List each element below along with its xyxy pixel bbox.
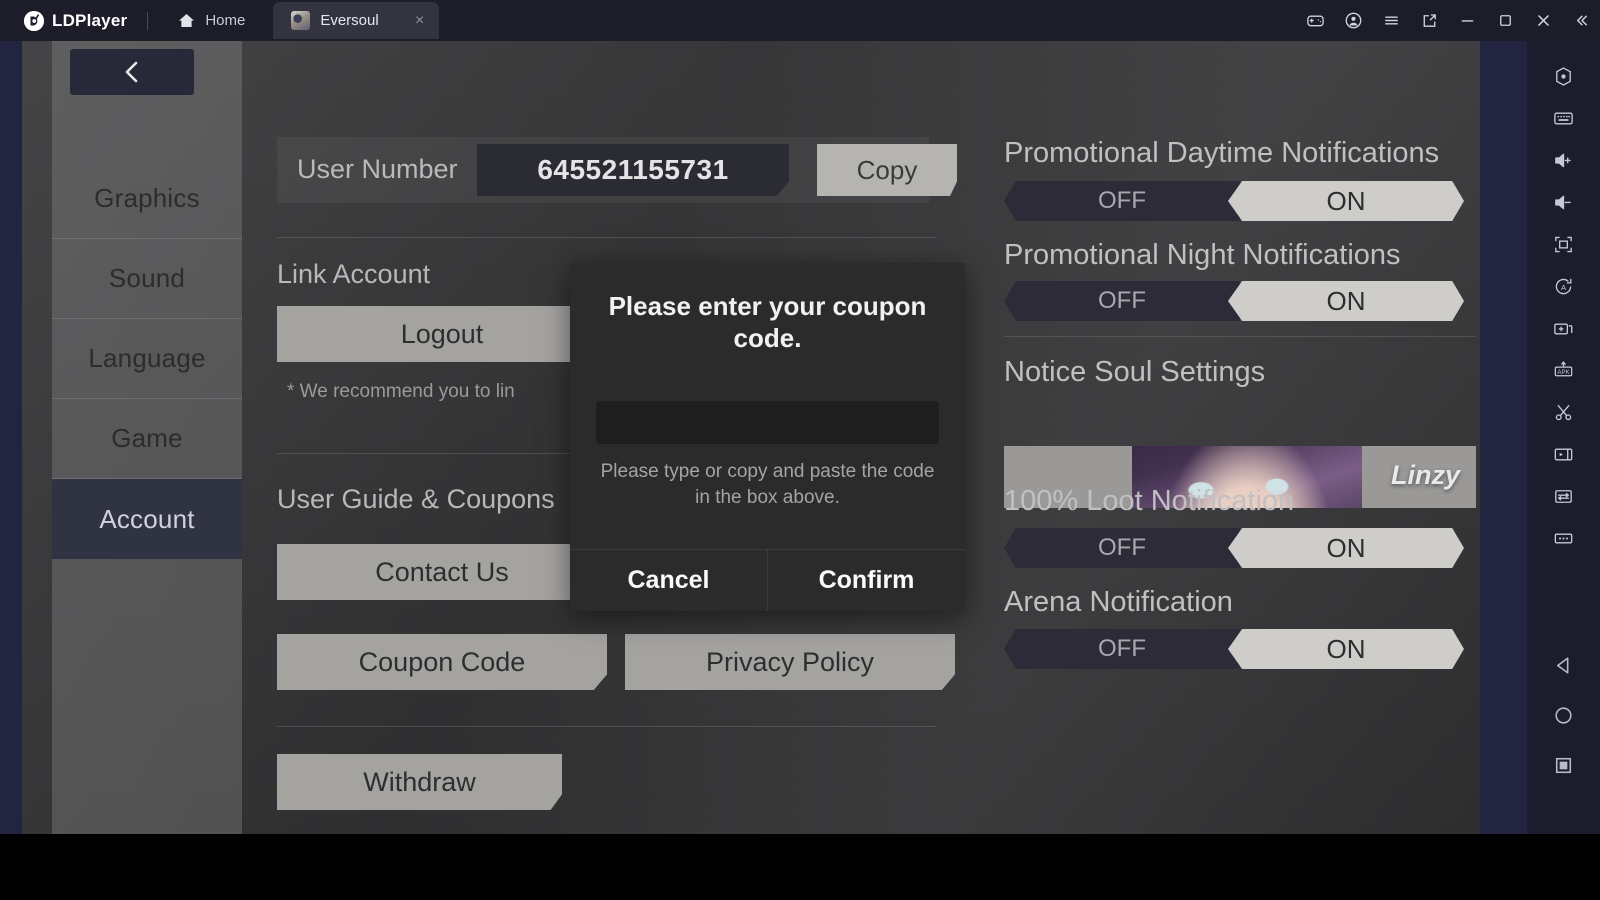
divider xyxy=(277,237,937,238)
privacy-policy-button[interactable]: Privacy Policy xyxy=(625,634,955,690)
user-number-row: User Number 645521155731 Copy xyxy=(277,137,957,203)
android-nav-group xyxy=(1541,640,1587,834)
notice-soul-title: Notice Soul Settings xyxy=(1004,356,1266,388)
android-back-icon[interactable] xyxy=(1541,640,1587,690)
user-number-value: 645521155731 xyxy=(477,144,789,196)
tab-home-label: Home xyxy=(205,12,246,29)
sidebar-item-account[interactable]: Account xyxy=(52,479,242,559)
copy-button[interactable]: Copy xyxy=(817,144,957,196)
coupon-code-button[interactable]: Coupon Code xyxy=(277,634,607,690)
emulator-viewport: A APK Graphics Sound Language Game Accou… xyxy=(0,41,1600,834)
settings-category-menu: Graphics Sound Language Game Account xyxy=(52,41,242,834)
user-number-label: User Number xyxy=(297,154,458,184)
keyboard-mapping-icon[interactable] xyxy=(1541,97,1587,139)
promo-daytime-toggle[interactable]: OFF ON xyxy=(1004,181,1476,221)
toggle-off-option[interactable]: OFF xyxy=(1004,629,1240,669)
sidebar-item-label: Account xyxy=(99,503,195,534)
install-apk-icon[interactable]: APK xyxy=(1541,349,1587,391)
ldplayer-logo-icon xyxy=(24,10,44,31)
loot-notification-title: 100% Loot Notification xyxy=(1004,485,1295,517)
sidebar-item-sound[interactable]: Sound xyxy=(52,239,242,319)
divider xyxy=(1004,336,1476,337)
gamepad-icon[interactable] xyxy=(1296,0,1334,41)
dialog-actions: Cancel Confirm xyxy=(570,549,965,611)
game-screen: Graphics Sound Language Game Account Use… xyxy=(22,41,1480,834)
cancel-button[interactable]: Cancel xyxy=(570,550,767,611)
notification-settings-column: Promotional Daytime Notifications OFF ON… xyxy=(982,41,1480,834)
share-icon[interactable] xyxy=(1410,0,1448,41)
soul-character-name: Linzy xyxy=(1390,460,1460,490)
user-guide-title: User Guide & Coupons xyxy=(277,484,555,514)
svg-text:APK: APK xyxy=(1557,368,1570,375)
promo-night-title: Promotional Night Notifications xyxy=(1004,239,1401,271)
sidebar-item-label: Sound xyxy=(108,263,186,293)
sidebar-item-label: Game xyxy=(111,423,183,453)
home-icon xyxy=(178,12,195,29)
toggle-on-option[interactable]: ON xyxy=(1228,281,1464,321)
more-options-icon[interactable] xyxy=(1541,517,1587,559)
app-thumbnail xyxy=(291,11,311,30)
tab-eversoul[interactable]: Eversoul × xyxy=(273,2,439,39)
minimize-icon[interactable] xyxy=(1448,0,1486,41)
dialog-hint: Please type or copy and paste the code i… xyxy=(600,461,935,508)
sidebar-item-label: Graphics xyxy=(94,183,200,213)
dialog-title: Please enter your coupon code. xyxy=(608,291,927,353)
screenshot-scissors-icon[interactable] xyxy=(1541,391,1587,433)
promo-night-toggle[interactable]: OFF ON xyxy=(1004,281,1476,321)
svg-text:A: A xyxy=(1561,282,1567,291)
arena-notification-toggle[interactable]: OFF ON xyxy=(1004,629,1476,669)
auto-rotate-icon[interactable]: A xyxy=(1541,265,1587,307)
titlebar-divider xyxy=(147,11,149,30)
video-record-icon[interactable] xyxy=(1541,433,1587,475)
tab-eversoul-label: Eversoul xyxy=(320,12,379,29)
titlebar-left: LDPlayer Home Eversoul × xyxy=(0,0,439,41)
app-name: LDPlayer xyxy=(52,10,128,30)
coupon-code-input[interactable] xyxy=(596,401,939,444)
toggle-off-option[interactable]: OFF xyxy=(1004,281,1240,321)
android-home-icon[interactable] xyxy=(1541,690,1587,740)
title-bar: LDPlayer Home Eversoul × xyxy=(0,0,1600,41)
settings-gear-icon[interactable] xyxy=(1541,55,1587,97)
promo-daytime-title: Promotional Daytime Notifications xyxy=(1004,137,1440,169)
arena-notification-title: Arena Notification xyxy=(1004,586,1233,618)
sidebar-item-language[interactable]: Language xyxy=(52,319,242,399)
volume-down-icon[interactable] xyxy=(1541,181,1587,223)
collapse-icon[interactable] xyxy=(1562,0,1600,41)
confirm-button[interactable]: Confirm xyxy=(767,550,965,611)
contact-us-button[interactable]: Contact Us xyxy=(277,544,607,600)
shared-folder-icon[interactable] xyxy=(1541,475,1587,517)
fullscreen-icon[interactable] xyxy=(1541,223,1587,265)
menu-icon[interactable] xyxy=(1372,0,1410,41)
coupon-code-dialog: Please enter your coupon code. Please ty… xyxy=(570,263,965,611)
link-account-note: * We recommend you to lin xyxy=(287,381,515,402)
android-recents-icon[interactable] xyxy=(1541,740,1587,790)
category-list: Graphics Sound Language Game Account xyxy=(52,159,242,559)
sidebar-item-label: Language xyxy=(88,343,206,373)
toggle-on-option[interactable]: ON xyxy=(1228,528,1464,568)
link-account-title: Link Account xyxy=(277,259,431,289)
toggle-off-option[interactable]: OFF xyxy=(1004,528,1240,568)
close-window-icon[interactable] xyxy=(1524,0,1562,41)
back-button[interactable] xyxy=(70,49,194,95)
sidebar-item-game[interactable]: Game xyxy=(52,399,242,479)
volume-up-icon[interactable] xyxy=(1541,139,1587,181)
ldplayer-toolbar: A APK xyxy=(1527,41,1600,834)
logout-button[interactable]: Logout xyxy=(277,306,607,362)
close-icon[interactable]: × xyxy=(411,12,429,29)
account-icon[interactable] xyxy=(1334,0,1372,41)
multi-instance-icon[interactable] xyxy=(1541,307,1587,349)
toggle-on-option[interactable]: ON xyxy=(1228,629,1464,669)
loot-notification-toggle[interactable]: OFF ON xyxy=(1004,528,1476,568)
toggle-off-option[interactable]: OFF xyxy=(1004,181,1240,221)
divider xyxy=(277,726,937,727)
sidebar-item-graphics[interactable]: Graphics xyxy=(52,159,242,239)
withdraw-button[interactable]: Withdraw xyxy=(277,754,562,810)
tab-home[interactable]: Home xyxy=(168,0,273,41)
maximize-icon[interactable] xyxy=(1486,0,1524,41)
toggle-on-option[interactable]: ON xyxy=(1228,181,1464,221)
titlebar-controls xyxy=(1296,0,1600,41)
screen: LDPlayer Home Eversoul × A APK Graphics … xyxy=(0,0,1600,900)
